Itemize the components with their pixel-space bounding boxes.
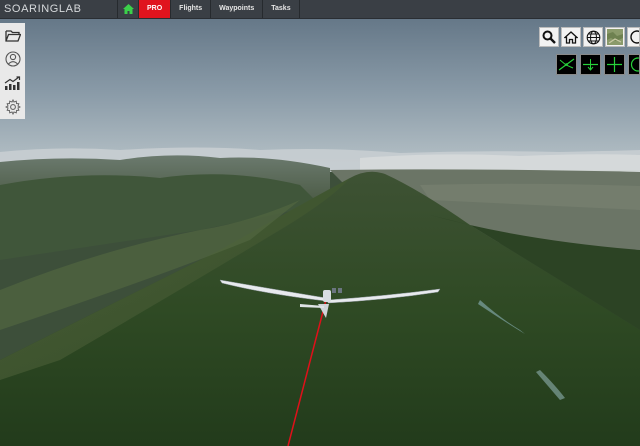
- pilot-button[interactable]: [4, 50, 22, 68]
- top-bar: SOARINGLAB PRO Flights Waypoints Tasks: [0, 0, 640, 19]
- nav-flights[interactable]: Flights: [170, 0, 210, 18]
- view-cross-button[interactable]: [604, 54, 625, 75]
- view-glider-icon: [558, 58, 575, 71]
- app-brand[interactable]: SOARINGLAB: [4, 1, 82, 17]
- view-cross-icon: [607, 57, 622, 72]
- nav-pro[interactable]: PRO: [138, 0, 171, 18]
- statistics-button[interactable]: [4, 74, 22, 92]
- map-toolbar: [539, 27, 640, 47]
- view-down-icon: [583, 59, 598, 71]
- view-down-button[interactable]: [580, 54, 601, 75]
- settings-button[interactable]: [4, 98, 22, 116]
- main-nav: PRO Flights Waypoints Tasks: [117, 0, 300, 18]
- globe-button[interactable]: [583, 27, 603, 47]
- left-toolbar: [0, 23, 25, 119]
- home-view-button[interactable]: [561, 27, 581, 47]
- search-icon: [542, 30, 556, 44]
- open-file-button[interactable]: [4, 26, 22, 44]
- home-icon: [564, 30, 578, 44]
- flight-3d-view[interactable]: [0, 0, 640, 446]
- globe-icon: [586, 30, 600, 44]
- folder-icon: [4, 29, 21, 42]
- view-glider-button[interactable]: [556, 54, 577, 75]
- circle-icon: [630, 30, 639, 44]
- gear-icon: [4, 99, 21, 115]
- map-layer-button[interactable]: [605, 27, 625, 47]
- circle-button[interactable]: [627, 27, 640, 47]
- view-globe-button[interactable]: [628, 54, 640, 75]
- view-globe-icon: [630, 57, 639, 72]
- home-icon: [122, 4, 134, 14]
- nav-tasks[interactable]: Tasks: [262, 0, 300, 18]
- user-circle-icon: [4, 51, 21, 67]
- nav-waypoints[interactable]: Waypoints: [210, 0, 262, 18]
- chart-trend-icon: [4, 75, 21, 90]
- map-layer-icon: [607, 29, 623, 45]
- nav-home[interactable]: [117, 0, 138, 18]
- view-mode-toolbar: [556, 54, 640, 75]
- search-button[interactable]: [539, 27, 559, 47]
